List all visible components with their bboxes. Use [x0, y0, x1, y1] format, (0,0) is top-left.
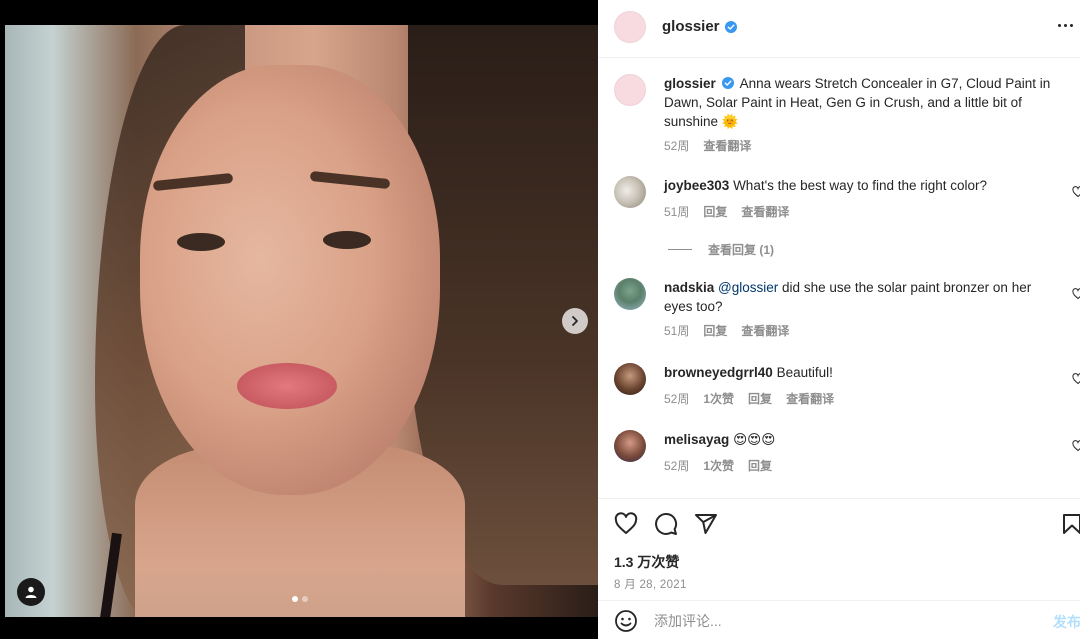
comment-avatar[interactable]: [614, 278, 646, 310]
like-comment-heart-icon[interactable]: [1072, 440, 1080, 452]
photo-face: [140, 65, 440, 495]
comment-time[interactable]: 52周: [664, 390, 689, 407]
bookmark-icon[interactable]: [1060, 512, 1080, 536]
comment-username[interactable]: browneyedgrrl40: [664, 365, 773, 380]
comment-likes[interactable]: 1次赞: [703, 390, 734, 407]
comment-input[interactable]: [654, 610, 1034, 632]
slide-dot-2: [302, 596, 308, 602]
comment-icon[interactable]: [654, 512, 678, 536]
reply-button[interactable]: 回复: [748, 457, 772, 474]
comment-text: 😍😍😍: [733, 432, 776, 447]
like-comment-heart-icon[interactable]: [1072, 288, 1080, 300]
post-panel: glossier glossier Anna wears Stretch Con…: [598, 0, 1080, 639]
action-bar: [614, 512, 1080, 538]
comment-meta: 51周 回复 查看翻译: [664, 203, 789, 220]
comment-username[interactable]: nadskia: [664, 280, 714, 295]
avatar[interactable]: [614, 11, 646, 43]
user-icon: [25, 586, 37, 598]
more-horizontal-icon: [1058, 24, 1061, 27]
media-viewer: [0, 0, 598, 639]
comment-text: What's the best way to find the right co…: [733, 178, 988, 193]
comment-body: joybee303 What's the best way to find th…: [664, 176, 1054, 195]
verified-badge-icon: [721, 77, 734, 89]
reply-button[interactable]: 回复: [703, 203, 727, 220]
comment-avatar[interactable]: [614, 363, 646, 395]
caption-username[interactable]: glossier: [664, 76, 716, 91]
comment-avatar[interactable]: [614, 430, 646, 462]
caption-avatar[interactable]: [614, 74, 646, 106]
slide-dot-1: [292, 596, 298, 602]
view-replies-label: 查看回复 (1): [708, 243, 775, 257]
comment-username[interactable]: melisayag: [664, 432, 729, 447]
comment-body: melisayag 😍😍😍: [664, 430, 1054, 449]
comment-text: Beautiful!: [776, 365, 833, 380]
comment-mention-link[interactable]: @glossier: [718, 280, 778, 295]
view-replies-button[interactable]: 查看回复 (1): [668, 241, 774, 258]
caption-meta: 52周 查看翻译: [664, 137, 751, 154]
like-comment-heart-icon[interactable]: [1072, 373, 1080, 385]
comment-avatar[interactable]: [614, 176, 646, 208]
reply-button[interactable]: 回复: [748, 390, 772, 407]
verified-badge-icon: [724, 20, 737, 33]
heart-icon[interactable]: [614, 512, 638, 536]
reply-button[interactable]: 回复: [703, 322, 727, 339]
comment-time[interactable]: 51周: [664, 322, 689, 339]
likes-count[interactable]: 1.3 万次赞: [614, 552, 679, 572]
photo-eye-right: [323, 231, 371, 249]
more-dot: [1064, 24, 1067, 27]
comment-meta: 52周 1次赞 回复: [664, 457, 772, 474]
header-username[interactable]: glossier: [662, 18, 720, 35]
comment-username[interactable]: joybee303: [664, 178, 729, 193]
slide-indicator: [292, 596, 308, 602]
caption-translate-link[interactable]: 查看翻译: [703, 137, 751, 154]
photo-lips: [237, 363, 337, 409]
translate-link[interactable]: 查看翻译: [786, 390, 834, 407]
emoji-icon[interactable]: [614, 609, 638, 633]
comment-body: nadskia @glossier did she use the solar …: [664, 278, 1054, 316]
translate-link[interactable]: 查看翻译: [741, 203, 789, 220]
post-photo[interactable]: [5, 25, 598, 617]
photo-eye-left: [177, 233, 225, 251]
user-tag-button[interactable]: [17, 578, 45, 606]
comment-meta: 52周 1次赞 回复 查看翻译: [664, 390, 834, 407]
next-slide-button[interactable]: [562, 308, 588, 334]
comment-meta: 51周 回复 查看翻译: [664, 322, 789, 339]
more-dot: [1070, 24, 1073, 27]
replies-divider: [668, 249, 692, 250]
post-date[interactable]: 8 月 28, 2021: [614, 576, 687, 592]
add-comment-bar: 发布: [598, 600, 1080, 639]
header-user: glossier: [662, 18, 737, 35]
share-icon[interactable]: [694, 512, 718, 536]
caption-body: glossier Anna wears Stretch Concealer in…: [664, 74, 1064, 131]
comment-time[interactable]: 51周: [664, 203, 689, 220]
chevron-right-icon: [572, 316, 578, 326]
comments-list[interactable]: glossier Anna wears Stretch Concealer in…: [598, 59, 1080, 499]
comment-likes[interactable]: 1次赞: [703, 457, 734, 474]
translate-link[interactable]: 查看翻译: [741, 322, 789, 339]
like-comment-heart-icon[interactable]: [1072, 186, 1080, 198]
post-header: glossier: [598, 0, 1080, 58]
comment-time[interactable]: 52周: [664, 457, 689, 474]
more-options-button[interactable]: [1058, 24, 1073, 27]
post-comment-button[interactable]: 发布: [1053, 612, 1080, 632]
caption-time[interactable]: 52周: [664, 137, 689, 154]
comment-body: browneyedgrrl40 Beautiful!: [664, 363, 1054, 382]
